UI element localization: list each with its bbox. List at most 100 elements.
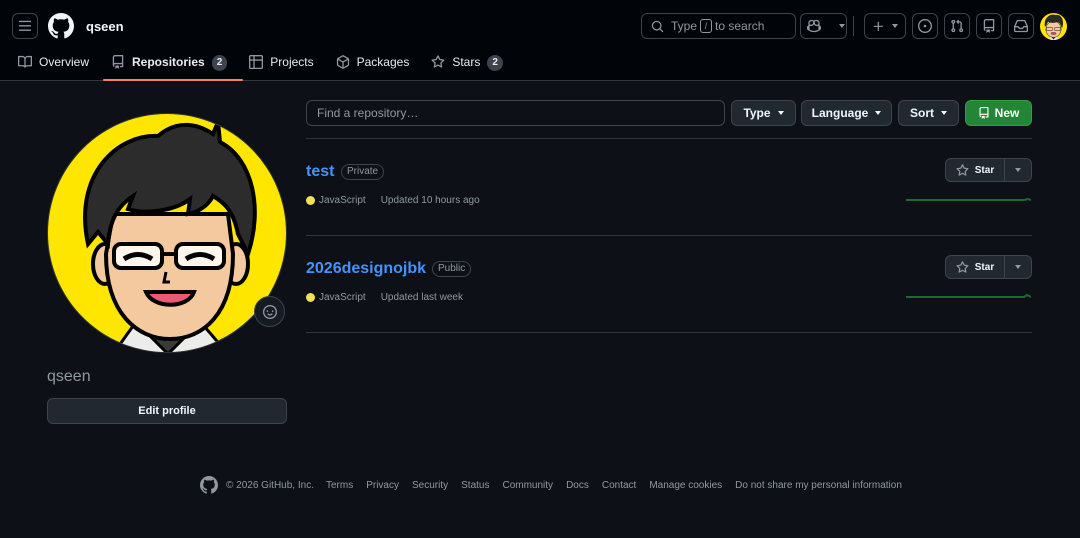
profile-avatar[interactable] bbox=[47, 113, 287, 353]
list-divider bbox=[306, 138, 1032, 139]
star-list-dropdown[interactable] bbox=[1005, 158, 1032, 182]
footer-link-terms[interactable]: Terms bbox=[326, 480, 353, 491]
github-logo-icon bbox=[48, 13, 74, 39]
package-icon bbox=[336, 55, 349, 69]
smiley-icon bbox=[262, 304, 277, 319]
copilot-icon bbox=[807, 19, 821, 33]
book-icon bbox=[18, 55, 32, 68]
find-repository-field[interactable] bbox=[306, 100, 725, 126]
search-suffix: to search bbox=[715, 19, 765, 33]
footer-link-community[interactable]: Community bbox=[502, 480, 553, 491]
star-button-group: Star bbox=[945, 158, 1032, 182]
header-username[interactable]: qseen bbox=[86, 19, 124, 34]
chevron-down-icon bbox=[1015, 168, 1021, 172]
tab-overview-label: Overview bbox=[39, 55, 90, 69]
sort-button[interactable]: Sort bbox=[898, 100, 959, 126]
repo-updated: Updated last week bbox=[380, 292, 463, 303]
user-avatar-small[interactable] bbox=[1040, 13, 1067, 40]
footer-link-docs[interactable]: Docs bbox=[566, 480, 589, 491]
footer-link-manage-cookies[interactable]: Manage cookies bbox=[649, 480, 722, 491]
footer-link-status[interactable]: Status bbox=[461, 480, 489, 491]
tab-projects[interactable]: Projects bbox=[249, 50, 321, 81]
new-repository-button[interactable]: New bbox=[965, 100, 1032, 126]
set-status-button[interactable] bbox=[254, 296, 285, 327]
create-caret bbox=[892, 24, 898, 28]
search-hint: Type / to search bbox=[671, 19, 764, 33]
create-new-button[interactable] bbox=[864, 13, 906, 39]
star-button[interactable]: Star bbox=[945, 255, 1005, 279]
inbox-icon bbox=[1014, 19, 1028, 33]
edit-profile-button[interactable]: Edit profile bbox=[47, 398, 287, 424]
type-filter-label: Type bbox=[743, 106, 771, 120]
avatar-illustration bbox=[48, 114, 286, 352]
search-shortcut-key: / bbox=[700, 19, 713, 33]
issues-icon bbox=[918, 19, 932, 33]
repo-meta: JavaScript Updated last week bbox=[306, 292, 463, 303]
visibility-badge: Private bbox=[341, 164, 385, 180]
star-label: Star bbox=[974, 164, 995, 176]
repositories-count-badge: 2 bbox=[211, 55, 228, 71]
github-home-link[interactable] bbox=[48, 13, 74, 39]
copilot-button[interactable] bbox=[800, 13, 847, 39]
plus-icon bbox=[873, 21, 883, 31]
tab-stars-label: Stars bbox=[452, 55, 481, 69]
footer-link-security[interactable]: Security bbox=[412, 480, 448, 491]
global-header: qseen Type / to search Overview Reposito… bbox=[0, 0, 1080, 81]
menu-button[interactable] bbox=[12, 13, 38, 39]
tab-repositories-label: Repositories bbox=[132, 55, 205, 69]
language-color-dot bbox=[306, 196, 315, 205]
inbox-button[interactable] bbox=[1008, 13, 1034, 39]
repo-icon bbox=[983, 19, 995, 33]
language-filter-label: Language bbox=[811, 106, 869, 120]
list-divider bbox=[306, 235, 1032, 236]
github-logo-icon bbox=[200, 476, 218, 494]
footer-link-do-not-share[interactable]: Do not share my personal information bbox=[735, 480, 902, 491]
language-color-dot bbox=[306, 293, 315, 302]
type-filter-button[interactable]: Type bbox=[731, 100, 796, 126]
list-divider bbox=[306, 332, 1032, 333]
new-label: New bbox=[994, 106, 1020, 120]
stars-count-badge: 2 bbox=[487, 55, 503, 71]
tab-packages[interactable]: Packages bbox=[336, 50, 418, 81]
activity-sparkline bbox=[906, 293, 1031, 298]
repositories-button[interactable] bbox=[976, 13, 1002, 39]
search-input[interactable]: Type / to search bbox=[641, 13, 796, 39]
issues-button[interactable] bbox=[912, 13, 938, 39]
footer-link-privacy[interactable]: Privacy bbox=[366, 480, 399, 491]
sort-label: Sort bbox=[910, 106, 934, 120]
footer-copyright: © 2026 GitHub, Inc. bbox=[226, 479, 314, 491]
star-button-group: Star bbox=[945, 255, 1032, 279]
repo-language: JavaScript bbox=[319, 195, 366, 206]
avatar-illustration-small bbox=[1040, 13, 1067, 40]
language-filter-button[interactable]: Language bbox=[801, 100, 892, 126]
repo-name-link[interactable]: 2026designojbk bbox=[306, 260, 426, 278]
tab-stars[interactable]: Stars 2 bbox=[431, 50, 511, 81]
search-icon bbox=[651, 20, 664, 32]
star-label: Star bbox=[974, 261, 995, 273]
search-prefix: Type bbox=[671, 19, 698, 33]
repo-icon bbox=[112, 55, 124, 69]
footer-link-contact[interactable]: Contact bbox=[602, 480, 636, 491]
profile-username: qseen bbox=[47, 368, 91, 385]
tab-packages-label: Packages bbox=[356, 55, 410, 69]
tab-overview[interactable]: Overview bbox=[18, 50, 97, 81]
repo-updated: Updated 10 hours ago bbox=[380, 195, 480, 206]
chevron-down-icon bbox=[777, 111, 784, 115]
repo-meta: JavaScript Updated 10 hours ago bbox=[306, 195, 480, 206]
star-list-dropdown[interactable] bbox=[1005, 255, 1032, 279]
visibility-badge: Public bbox=[432, 261, 472, 277]
profile-tabs: Overview Repositories 2 Projects Package… bbox=[18, 50, 525, 81]
repo-name-link[interactable]: test bbox=[306, 163, 334, 181]
repo-language: JavaScript bbox=[319, 292, 366, 303]
star-icon bbox=[431, 55, 445, 68]
repo-icon bbox=[979, 107, 989, 119]
menu-icon bbox=[18, 20, 32, 31]
star-icon bbox=[956, 163, 969, 176]
header-separator bbox=[853, 16, 854, 36]
find-repository-input[interactable] bbox=[317, 106, 724, 120]
pull-requests-button[interactable] bbox=[944, 13, 970, 39]
activity-sparkline bbox=[906, 197, 1031, 201]
site-footer: © 2026 GitHub, Inc. Terms Privacy Securi… bbox=[200, 476, 902, 494]
tab-repositories[interactable]: Repositories 2 bbox=[102, 50, 244, 81]
star-button[interactable]: Star bbox=[945, 158, 1005, 182]
